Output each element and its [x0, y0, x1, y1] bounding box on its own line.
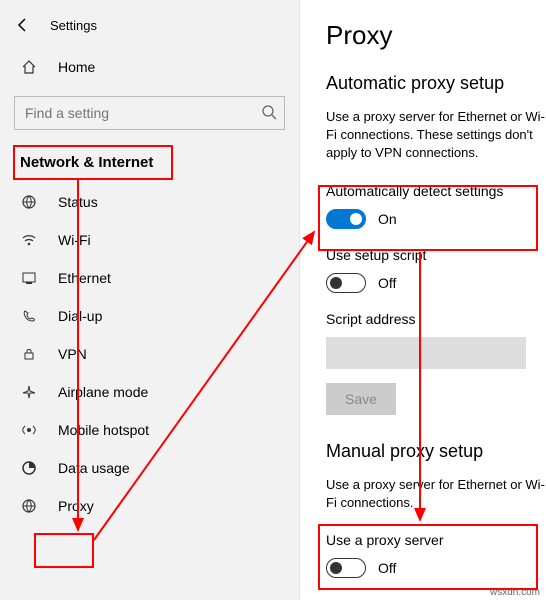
sidebar-item-airplane[interactable]: Airplane mode [0, 373, 299, 411]
category-label: Network & Internet [20, 154, 153, 171]
sidebar-item-label: Ethernet [58, 270, 111, 286]
app-title: Settings [50, 18, 97, 33]
hotspot-icon [20, 421, 38, 439]
auto-section-desc: Use a proxy server for Ethernet or Wi-Fi… [326, 108, 546, 163]
sidebar-item-proxy[interactable]: Proxy [0, 487, 299, 525]
data-usage-icon [20, 459, 38, 477]
ethernet-icon [20, 269, 38, 287]
vpn-icon [20, 345, 38, 363]
home-item[interactable]: Home [0, 48, 299, 86]
sidebar-item-ethernet[interactable]: Ethernet [0, 259, 299, 297]
manual-section-desc: Use a proxy server for Ethernet or Wi-Fi… [326, 476, 546, 512]
sidebar-item-datausage[interactable]: Data usage [0, 449, 299, 487]
content-area: Proxy Automatic proxy setup Use a proxy … [300, 0, 546, 600]
auto-section-heading: Automatic proxy setup [326, 73, 546, 94]
sidebar-item-label: VPN [58, 346, 87, 362]
settings-window: Settings Home Network & Internet Status … [0, 0, 546, 600]
use-proxy-state: Off [378, 560, 396, 576]
search-box[interactable] [14, 96, 285, 130]
status-icon [20, 193, 38, 211]
use-script-label: Use setup script [326, 247, 546, 263]
script-address-label: Script address [326, 311, 546, 327]
search-icon [261, 104, 277, 123]
topbar: Settings [0, 10, 299, 44]
auto-detect-toggle[interactable] [326, 209, 366, 229]
sidebar-item-label: Airplane mode [58, 384, 148, 400]
sidebar-item-label: Dial-up [58, 308, 102, 324]
auto-detect-toggle-row: On [326, 209, 546, 229]
dialup-icon [20, 307, 38, 325]
use-script-toggle[interactable] [326, 273, 366, 293]
sidebar-item-hotspot[interactable]: Mobile hotspot [0, 411, 299, 449]
sidebar-item-dialup[interactable]: Dial-up [0, 297, 299, 335]
use-script-state: Off [378, 275, 396, 291]
auto-detect-state: On [378, 211, 397, 227]
watermark: wsxdn.com [490, 587, 540, 598]
wifi-icon [20, 231, 38, 249]
home-label: Home [58, 59, 95, 75]
save-button[interactable]: Save [326, 383, 396, 415]
use-proxy-toggle-row: Off [326, 558, 546, 578]
script-address-input[interactable] [326, 337, 526, 369]
back-icon[interactable] [14, 16, 32, 34]
sidebar-item-label: Mobile hotspot [58, 422, 149, 438]
airplane-icon [20, 383, 38, 401]
sidebar-item-status[interactable]: Status [0, 183, 299, 221]
sidebar: Settings Home Network & Internet Status … [0, 0, 300, 600]
sidebar-item-label: Wi-Fi [58, 232, 91, 248]
sidebar-item-label: Proxy [58, 498, 94, 514]
use-script-toggle-row: Off [326, 273, 546, 293]
search-input[interactable] [14, 96, 285, 130]
category-header: Network & Internet [0, 144, 299, 183]
use-proxy-toggle[interactable] [326, 558, 366, 578]
sidebar-item-wifi[interactable]: Wi-Fi [0, 221, 299, 259]
sidebar-item-label: Status [58, 194, 98, 210]
sidebar-item-label: Data usage [58, 460, 130, 476]
manual-section-heading: Manual proxy setup [326, 441, 546, 462]
home-icon [20, 58, 38, 76]
sidebar-item-vpn[interactable]: VPN [0, 335, 299, 373]
proxy-icon [20, 497, 38, 515]
auto-detect-label: Automatically detect settings [326, 183, 546, 199]
page-title: Proxy [326, 20, 546, 51]
use-proxy-label: Use a proxy server [326, 532, 546, 548]
